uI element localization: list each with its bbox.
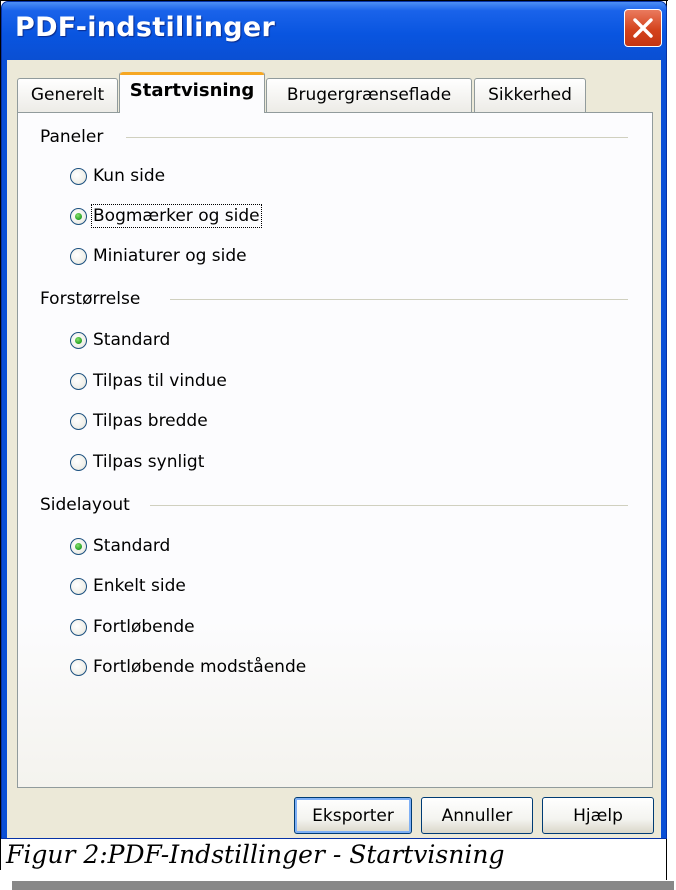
radio-button-checked[interactable] bbox=[70, 207, 87, 225]
tab-sikkerhed[interactable]: Sikkerhed bbox=[474, 78, 586, 113]
help-button-label: Hjælp bbox=[573, 806, 623, 826]
radio-label: Fortløbende modstående bbox=[93, 657, 307, 677]
radio-button[interactable] bbox=[70, 577, 87, 595]
radio-label: Kun side bbox=[93, 166, 166, 186]
figure-caption: Figur 2:PDF-Indstillinger - Startvisning bbox=[6, 840, 505, 869]
radio-fortlobende[interactable]: Fortløbende bbox=[70, 613, 195, 641]
group-divider bbox=[150, 505, 628, 506]
export-button-label: Eksporter bbox=[312, 806, 394, 826]
active-tab-accent bbox=[120, 72, 264, 75]
radio-enkelt-side[interactable]: Enkelt side bbox=[70, 572, 186, 600]
radio-fortlobende-modstaaende[interactable]: Fortløbende modstående bbox=[70, 653, 306, 681]
radio-label: Tilpas bredde bbox=[93, 411, 208, 431]
radio-button[interactable] bbox=[70, 167, 87, 185]
tab-brugergraenseflade[interactable]: Brugergrænseflade bbox=[266, 78, 472, 113]
radio-button[interactable] bbox=[70, 247, 87, 265]
radio-zoom-standard[interactable]: Standard bbox=[70, 326, 170, 354]
radio-label: Tilpas til vindue bbox=[93, 371, 227, 391]
radio-button[interactable] bbox=[70, 372, 87, 390]
radio-button[interactable] bbox=[70, 658, 87, 676]
radio-button[interactable] bbox=[70, 453, 87, 471]
radio-button[interactable] bbox=[70, 412, 87, 430]
radio-label: Standard bbox=[93, 330, 171, 350]
tab-label: Sikkerhed bbox=[488, 85, 572, 105]
tab-panel-startvisning: Paneler Kun side Bogmærker og side Minia… bbox=[17, 112, 653, 788]
tab-label: Generelt bbox=[30, 85, 105, 105]
radio-layout-standard[interactable]: Standard bbox=[70, 532, 170, 560]
window-title: PDF-indstillinger bbox=[15, 12, 276, 43]
tab-label: Startvisning bbox=[129, 80, 255, 101]
close-button[interactable] bbox=[624, 9, 662, 47]
radio-label: Miniaturer og side bbox=[93, 246, 247, 266]
dialog-client-area: Generelt Startvisning Brugergrænseflade … bbox=[7, 60, 661, 838]
group-label-forstorrelse: Forstørrelse bbox=[40, 289, 141, 309]
dialog-window: PDF-indstillinger Generelt Startvisning … bbox=[1, 1, 667, 839]
cancel-button-label: Annuller bbox=[441, 806, 513, 826]
tab-label: Brugergrænseflade bbox=[286, 85, 452, 105]
radio-label: Enkelt side bbox=[93, 576, 186, 596]
title-bar[interactable]: PDF-indstillinger bbox=[2, 2, 666, 60]
radio-label: Tilpas synligt bbox=[93, 452, 205, 472]
radio-kun-side[interactable]: Kun side bbox=[70, 162, 165, 190]
radio-tilpas-bredde[interactable]: Tilpas bredde bbox=[70, 407, 208, 435]
close-x-icon bbox=[633, 18, 653, 38]
group-label-paneler: Paneler bbox=[40, 127, 104, 147]
radio-label: Fortløbende bbox=[93, 617, 195, 637]
group-divider bbox=[126, 137, 628, 138]
radio-label: Standard bbox=[93, 536, 171, 556]
radio-bogmaerker-og-side[interactable]: Bogmærker og side bbox=[70, 202, 262, 230]
caption-shadow-bar bbox=[12, 881, 674, 890]
export-button[interactable]: Eksporter bbox=[294, 797, 412, 834]
tab-generelt[interactable]: Generelt bbox=[17, 78, 118, 113]
radio-button-checked[interactable] bbox=[70, 331, 87, 349]
radio-button-checked[interactable] bbox=[70, 537, 87, 555]
radio-button[interactable] bbox=[70, 618, 87, 636]
cancel-button[interactable]: Annuller bbox=[421, 797, 533, 834]
radio-tilpas-synligt[interactable]: Tilpas synligt bbox=[70, 448, 204, 476]
help-button[interactable]: Hjælp bbox=[542, 797, 654, 834]
group-divider bbox=[170, 299, 628, 300]
tab-startvisning[interactable]: Startvisning bbox=[119, 72, 265, 113]
radio-label: Bogmærker og side bbox=[91, 204, 262, 228]
group-label-sidelayout: Sidelayout bbox=[40, 495, 130, 515]
radio-miniaturer-og-side[interactable]: Miniaturer og side bbox=[70, 242, 247, 270]
radio-tilpas-til-vindue[interactable]: Tilpas til vindue bbox=[70, 367, 227, 395]
